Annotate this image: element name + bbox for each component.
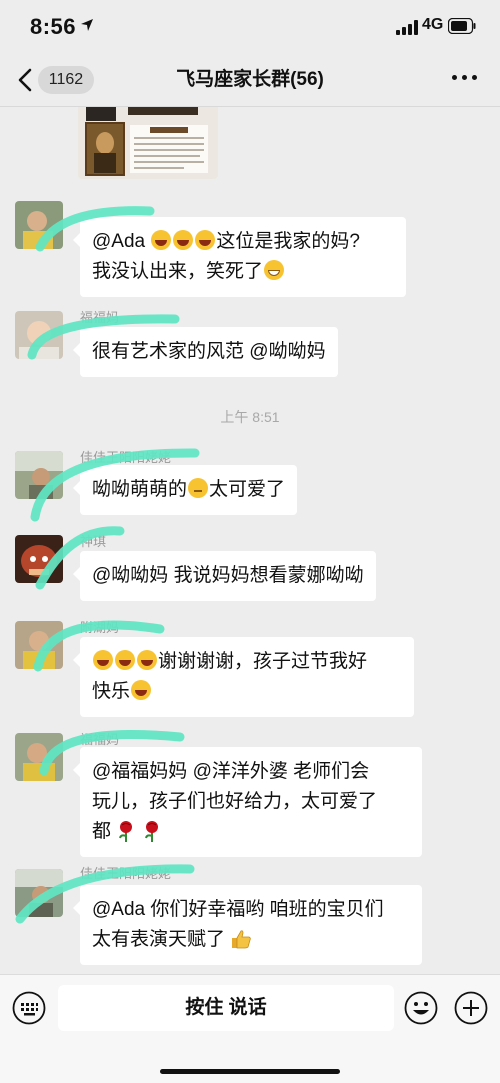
avatar[interactable] <box>15 451 63 499</box>
message-text: 太可爱了 <box>209 479 286 500</box>
status-bar: 8:56 4G <box>0 0 500 56</box>
avatar[interactable] <box>15 535 63 583</box>
message-text: 都 <box>92 821 112 842</box>
hold-to-talk-button[interactable]: 按住 说话 <box>58 985 394 1031</box>
keyboard-icon[interactable] <box>12 991 46 1025</box>
message-bubble[interactable]: 谢谢谢谢，孩子过节我好 快乐 <box>73 637 414 717</box>
message-bubble[interactable]: @Ada 你们好幸福哟 咱班的宝贝们 太有表演天赋了 <box>73 885 422 965</box>
message-bubble[interactable]: @Ada 这位是我家的妈? 我没认出来，笑死了 <box>73 217 406 297</box>
battery-icon <box>448 18 476 34</box>
more-icon[interactable] <box>452 75 478 83</box>
thinking-emoji <box>188 478 209 498</box>
message-bubble[interactable]: @呦呦妈 我说妈妈想看蒙娜呦呦 <box>73 551 376 601</box>
sender-name: 福福妈 <box>80 732 120 747</box>
chat-title: 飞马座家长群(56) <box>176 69 324 90</box>
message-text: 快乐 <box>92 681 131 702</box>
laughing-tears-emoji <box>137 650 157 670</box>
rose-emoji <box>119 821 133 842</box>
message-text: 呦呦萌萌的 <box>92 479 188 500</box>
message-text: @Ada <box>92 231 151 252</box>
thumbs-up-emoji <box>232 930 252 949</box>
laughing-tears-emoji <box>195 230 216 250</box>
avatar[interactable] <box>15 201 63 249</box>
chat-header: 1162 飞马座家长群(56) <box>0 56 500 107</box>
sender-name: 附湖妈 <box>80 620 120 635</box>
status-time: 8:56 <box>30 14 77 39</box>
message-list[interactable]: @Ada 这位是我家的妈? 我没认出来，笑死了 福福妈 很有艺术家的风范 @呦呦… <box>0 107 500 974</box>
location-icon <box>81 19 93 31</box>
home-indicator <box>160 1069 340 1074</box>
laughing-tears-emoji <box>151 230 172 250</box>
signal-icon <box>396 19 418 35</box>
plus-icon[interactable] <box>454 991 488 1025</box>
input-bar: 按住 说话 <box>0 974 500 1083</box>
laughing-tears-emoji <box>173 230 194 250</box>
message-bubble[interactable]: 很有艺术家的风范 @呦呦妈 <box>73 327 338 377</box>
message-text: 很有艺术家的风范 @呦呦妈 <box>92 341 326 362</box>
laughing-tears-emoji <box>93 650 113 670</box>
grinning-emoji <box>264 260 285 280</box>
avatar[interactable] <box>15 621 63 669</box>
laughing-tears-emoji <box>115 650 135 670</box>
message-text: 我没认出来，笑死了 <box>92 261 264 282</box>
sender-name: 福福妈 <box>80 310 120 325</box>
emoji-icon[interactable] <box>404 991 438 1025</box>
avatar[interactable] <box>15 733 63 781</box>
timestamp: 上午 8:51 <box>220 409 280 425</box>
sender-name: 佳佳王阳阳姥姥 <box>80 450 172 465</box>
message-bubble[interactable]: 呦呦萌萌的 太可爱了 <box>72 465 298 515</box>
message-text: 太有表演天赋了 <box>92 929 226 950</box>
avatar[interactable] <box>15 869 63 917</box>
message-bubble[interactable]: @福福妈妈 @洋洋外婆 老师们会 玩儿，孩子们也好给力，太可爱了 都 <box>73 747 422 857</box>
rose-emoji <box>144 821 158 842</box>
shared-image[interactable] <box>78 107 218 179</box>
message-text: 谢谢谢谢，孩子过节我好 <box>158 651 368 672</box>
message-text: @福福妈妈 @洋洋外婆 老师们会 <box>92 761 370 782</box>
avatar[interactable] <box>15 311 63 359</box>
rolling-laughing-emoji <box>131 680 152 700</box>
message-text: 这位是我家的妈? <box>216 231 360 252</box>
network-type: 4G <box>422 16 444 33</box>
message-text: @呦呦妈 我说妈妈想看蒙娜呦呦 <box>92 565 364 586</box>
sender-name: 佳佳王阳阳姥姥 <box>80 866 172 881</box>
message-text: @Ada 你们好幸福哟 咱班的宝贝们 <box>92 899 384 920</box>
sender-name: 神琪 <box>80 534 107 549</box>
message-text: 玩儿，孩子们也好给力，太可爱了 <box>92 791 378 812</box>
